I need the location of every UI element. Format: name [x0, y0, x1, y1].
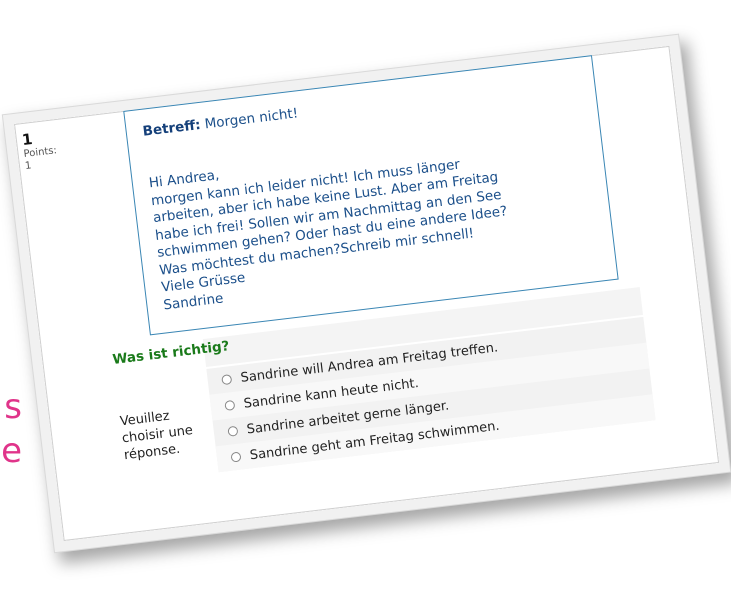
- question-panel: 1 Points: 1 Betreff: Morgen nicht! Hi An…: [14, 45, 720, 542]
- subject-text: Morgen nicht!: [199, 105, 299, 133]
- message-box: Betreff: Morgen nicht! Hi Andrea, morgen…: [123, 55, 619, 336]
- points-value: 1: [24, 160, 33, 172]
- partial-side-text: s e: [0, 385, 22, 473]
- choose-answer-instruction: Veuillez choisir une réponse.: [119, 408, 194, 464]
- message-body: Hi Andrea, morgen kann ich leider nicht!…: [148, 156, 509, 314]
- side-text-line-2: e: [1, 431, 22, 471]
- quiz-card: 1 Points: 1 Betreff: Morgen nicht! Hi An…: [14, 45, 720, 542]
- radio-button[interactable]: [227, 425, 239, 437]
- radio-button[interactable]: [221, 374, 233, 386]
- message-subject: Betreff: Morgen nicht!: [142, 105, 299, 139]
- subject-label: Betreff:: [141, 116, 202, 140]
- radio-button[interactable]: [224, 399, 236, 411]
- radio-button[interactable]: [230, 451, 242, 463]
- side-text-line-1: s: [4, 387, 22, 427]
- question-info: 1 Points: 1: [21, 127, 59, 173]
